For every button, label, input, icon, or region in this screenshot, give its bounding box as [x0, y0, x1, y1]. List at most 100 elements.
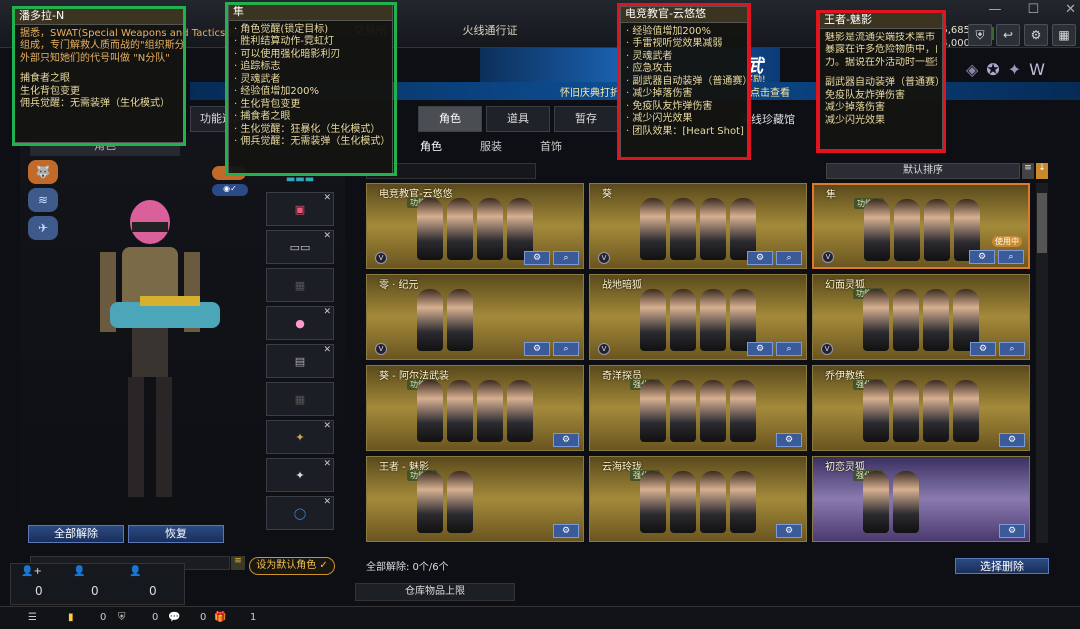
rank-icon[interactable]: ✪: [986, 60, 999, 79]
wings-icon[interactable]: ≋: [28, 188, 58, 212]
equip-icon[interactable]: ⚙: [776, 433, 802, 447]
portrait: [700, 471, 726, 533]
tab-items[interactable]: 道具: [486, 106, 550, 132]
close-icon[interactable]: ✕: [1065, 2, 1076, 17]
list-view-icon[interactable]: ≡: [1022, 163, 1034, 179]
equip-icon[interactable]: ⚙: [776, 524, 802, 538]
tab-storage[interactable]: 暂存: [554, 106, 618, 132]
subtab-outfit[interactable]: 服装: [480, 138, 502, 154]
search-icon[interactable]: ⌕: [776, 342, 802, 356]
equip-slot-empty[interactable]: ▦: [266, 382, 334, 416]
portrait: [640, 380, 666, 442]
search-icon[interactable]: ⌕: [553, 342, 579, 356]
gear-icon[interactable]: ⚙: [1024, 24, 1048, 46]
shield-small-icon[interactable]: ⛨: [118, 612, 126, 623]
character-card[interactable]: 葵 - 阿尔法武装功能型⚙: [366, 365, 584, 451]
search-icon[interactable]: ⌕: [999, 342, 1025, 356]
group-icon[interactable]: 👤: [129, 566, 141, 577]
tab-role[interactable]: 角色: [418, 106, 482, 132]
character-card[interactable]: 隼功能型使用中V⚙⌕: [812, 183, 1030, 269]
equip-icon[interactable]: ⚙: [999, 524, 1025, 538]
character-card[interactable]: 幻面灵狐功能型V⚙⌕: [812, 274, 1030, 360]
subtab-jewelry[interactable]: 首饰: [540, 138, 562, 154]
equip-icon[interactable]: ⚙: [524, 251, 550, 265]
add-friend-icon[interactable]: 👤+: [21, 566, 42, 577]
portrait: [700, 289, 726, 351]
menu-icon[interactable]: ☰: [28, 612, 37, 623]
rank-icon[interactable]: W: [1029, 60, 1045, 79]
card-buttons: ⚙: [776, 524, 802, 538]
equip-icon[interactable]: ⚙: [999, 433, 1025, 447]
event-link[interactable]: !点击查看: [746, 84, 790, 99]
card-buttons: ⚙ ⌕: [747, 342, 802, 356]
grid-icon[interactable]: ▦: [1052, 24, 1076, 46]
portrait: [670, 198, 696, 260]
card-portraits: [417, 198, 533, 260]
equip-icon[interactable]: ⚙: [524, 342, 550, 356]
bird-icon[interactable]: ✈: [28, 216, 58, 240]
unequip-count: 全部解除: 0个/6个: [366, 562, 449, 573]
grid-scrollbar[interactable]: [1036, 183, 1048, 543]
equip-slot[interactable]: ✕ ▤: [266, 344, 334, 378]
exit-icon[interactable]: ↩: [996, 24, 1020, 46]
equip-icon[interactable]: ⚙: [553, 433, 579, 447]
equip-icon[interactable]: ⚙: [747, 251, 773, 265]
character-card[interactable]: 电竞教官-云悠悠功能型V⚙⌕: [366, 183, 584, 269]
card-portraits: [640, 289, 756, 351]
equip-icon[interactable]: ⚙: [553, 524, 579, 538]
character-grid: 电竞教官-云悠悠功能型V⚙⌕葵V⚙⌕隼功能型使用中V⚙⌕ 零 · 纪元V⚙⌕战地暗…: [366, 183, 1032, 543]
shield-icon[interactable]: ⛨: [968, 24, 992, 46]
rank-icon[interactable]: ◈: [966, 60, 978, 79]
chat-icon[interactable]: 💬: [168, 612, 180, 623]
rank-icon[interactable]: ✦: [1008, 60, 1021, 79]
equip-icon[interactable]: ⚙: [969, 250, 995, 264]
portrait: [700, 380, 726, 442]
list-icon[interactable]: ≡: [231, 556, 245, 570]
equip-icon[interactable]: ⚙: [970, 342, 996, 356]
portrait: [893, 380, 919, 442]
search-icon[interactable]: ⌕: [776, 251, 802, 265]
character-card[interactable]: 乔伊教练强化型⚙: [812, 365, 1030, 451]
portrait: [923, 380, 949, 442]
sort-dropdown[interactable]: 默认排序: [826, 163, 1020, 179]
character-card[interactable]: 零 · 纪元 V ⚙ ⌕: [366, 274, 584, 360]
warehouse-limit-button[interactable]: 仓库物品上限: [355, 583, 515, 601]
card-name: 零 · 纪元: [379, 280, 419, 291]
wolf-icon[interactable]: 🐺: [28, 160, 58, 184]
character-card[interactable]: 葵 V ⚙ ⌕: [589, 183, 807, 269]
portrait: [924, 199, 950, 261]
search-icon[interactable]: ⌕: [553, 251, 579, 265]
character-card[interactable]: 云海玲珑强化型⚙: [589, 456, 807, 542]
restore-button[interactable]: 恢复: [128, 525, 224, 543]
friend-icon[interactable]: 👤: [73, 566, 85, 577]
equip-slot[interactable]: ✕ ✦: [266, 420, 334, 454]
bag-icon[interactable]: ▮: [68, 612, 74, 623]
subtab-role[interactable]: 角色: [420, 138, 442, 154]
unequip-all-button[interactable]: 全部解除: [28, 525, 124, 543]
set-default-role-button[interactable]: 设为默认角色 ✓: [249, 557, 335, 575]
equip-icon[interactable]: ⚙: [747, 342, 773, 356]
equip-slot[interactable]: ✕ ✦: [266, 458, 334, 492]
search-icon[interactable]: ⌕: [998, 250, 1024, 264]
character-card[interactable]: 初恋灵狐强化型⚙: [812, 456, 1030, 542]
scroll-thumb[interactable]: [1037, 193, 1047, 253]
minimize-icon[interactable]: —: [988, 2, 1001, 17]
character-card[interactable]: 战地暗狐 V ⚙ ⌕: [589, 274, 807, 360]
portrait: [863, 471, 889, 533]
nav-battlepass[interactable]: 火线通行证: [430, 22, 550, 38]
highlight-frame-red: [816, 10, 946, 153]
equip-slot-empty[interactable]: ▦: [266, 268, 334, 302]
equip-slot[interactable]: ✕ ▣: [266, 192, 334, 226]
maximize-icon[interactable]: ☐: [1027, 2, 1039, 17]
select-delete-button[interactable]: 选择删除: [955, 558, 1049, 574]
character-card[interactable]: 奇洋探员强化型⚙: [589, 365, 807, 451]
gift-icon[interactable]: 🎁: [214, 612, 226, 623]
portrait: [417, 380, 443, 442]
sort-arrow-icon[interactable]: ↓: [1036, 163, 1048, 179]
equip-slot[interactable]: ✕ ▭▭: [266, 230, 334, 264]
equip-slot[interactable]: ✕ ●: [266, 306, 334, 340]
portrait: [670, 380, 696, 442]
equip-slot[interactable]: ✕ ◯: [266, 496, 334, 530]
portrait: [417, 289, 443, 351]
character-card[interactable]: 王者 - 魅影功能型⚙: [366, 456, 584, 542]
